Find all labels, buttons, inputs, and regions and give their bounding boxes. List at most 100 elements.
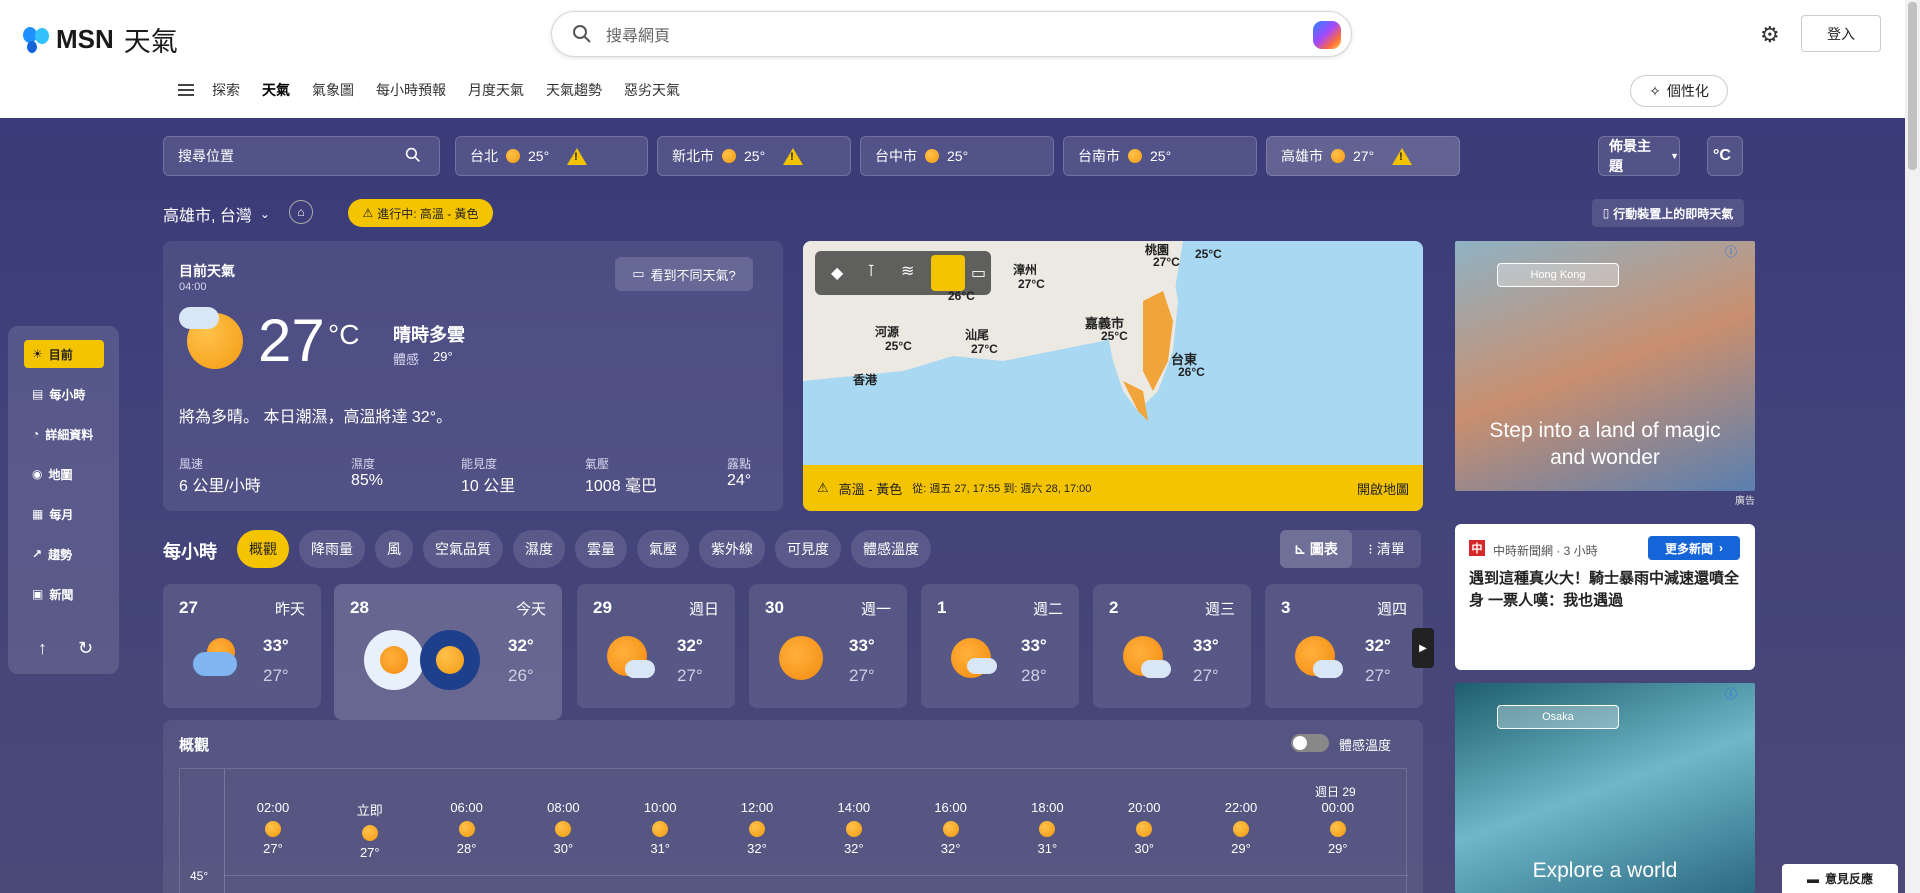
metric-value: 24°: [727, 472, 752, 489]
city-name: 台南市: [1078, 148, 1120, 164]
day-card[interactable]: 27 昨天 33° 27°: [163, 584, 321, 708]
feedback-different-weather[interactable]: ▭ 看到不同天氣?: [615, 257, 753, 291]
scrollbar-thumb[interactable]: [1908, 2, 1917, 170]
sidebar-item-monthly[interactable]: ▦ 每月: [24, 500, 104, 528]
ad-info-icon[interactable]: ⓘ: [1725, 243, 1737, 260]
news-card[interactable]: 中 中時新聞網 · 3 小時 更多新聞 › 遇到這種真火大！騎士暴雨中減速還噴全身…: [1455, 524, 1755, 670]
copilot-icon[interactable]: [1313, 21, 1341, 49]
feels-like-toggle[interactable]: [1291, 734, 1329, 752]
metric-dewpoint[interactable]: 露點 24°: [727, 455, 751, 490]
day-card[interactable]: 30 週一 33° 27°: [749, 584, 907, 708]
arrow-up-icon[interactable]: ↑: [38, 638, 47, 659]
web-search-box[interactable]: 搜尋網頁: [551, 11, 1352, 57]
ad-hongkong[interactable]: Hong Kong Step into a land of magic and …: [1455, 241, 1755, 491]
nav-item-trends[interactable]: 天氣趨勢: [546, 80, 602, 100]
tab-feels-like[interactable]: 體感溫度: [851, 530, 931, 568]
day-name: 週三: [1204, 601, 1235, 618]
city-chip-tainan[interactable]: 台南市 25°: [1063, 136, 1257, 176]
tab-precip[interactable]: 降雨量: [299, 530, 365, 568]
ad-osaka[interactable]: Osaka Explore a world ⓘ: [1455, 683, 1755, 893]
current-unit: °C: [328, 319, 360, 350]
msn-logo[interactable]: MSN 天氣: [22, 20, 178, 59]
nav-item-hourly[interactable]: 每小時預報: [376, 80, 446, 100]
news-headline[interactable]: 遇到這種真火大！騎士暴雨中減速還噴全身 一票人嘆：我也遇過: [1469, 568, 1741, 612]
mobile-weather-link[interactable]: ▯ 行動裝置上的即時天氣: [1592, 199, 1744, 227]
current-location[interactable]: 高雄市, 台灣 ⌄: [163, 202, 270, 226]
tab-visibility[interactable]: 可見度: [775, 530, 841, 568]
hour-column: 06:00 28°: [437, 800, 497, 856]
thermometer-icon[interactable]: ⊺: [867, 261, 875, 281]
y-axis-label: 45°: [190, 869, 209, 883]
day-card[interactable]: 29 週日 32° 27°: [577, 584, 735, 708]
alert-badge[interactable]: ⚠ 進行中: 高溫 - 黃色: [348, 199, 493, 227]
refresh-icon[interactable]: ↻: [78, 638, 93, 659]
feedback-button[interactable]: ▬ 意見反應: [1782, 864, 1898, 893]
ad-tag: Hong Kong: [1497, 263, 1619, 287]
home-icon[interactable]: ⌂: [289, 200, 313, 224]
city-chip-taipei[interactable]: 台北 25°: [455, 136, 648, 176]
tab-humidity[interactable]: 濕度: [513, 530, 565, 568]
day-num: 27: [179, 598, 198, 617]
map-alert-bar[interactable]: ⚠ 高溫 - 黃色 從: 週五 27, 17:55 到: 週六 28, 17:0…: [803, 465, 1423, 511]
day-card-today[interactable]: 28 今天 32° 26°: [334, 584, 562, 720]
view-chart-button[interactable]: ⊾ 圖表: [1280, 530, 1352, 568]
gear-icon[interactable]: ⚙: [1760, 22, 1780, 48]
open-map-link[interactable]: 開啟地圖: [1357, 479, 1409, 498]
unit-dropdown[interactable]: °C: [1707, 136, 1743, 176]
city-temp: 25°: [744, 148, 766, 164]
personalize-button[interactable]: ✧ 個性化: [1630, 75, 1728, 107]
sidebar-item-news[interactable]: ▣ 新聞: [24, 580, 104, 608]
metric-visibility[interactable]: 能見度 10 公里: [461, 455, 515, 496]
day-card[interactable]: 2 週三 33° 27°: [1093, 584, 1251, 708]
metric-wind[interactable]: 風速 6 公里/小時: [179, 455, 261, 496]
nav-item-weather[interactable]: 天氣: [262, 80, 290, 100]
nav-item-maps[interactable]: 氣象圖: [312, 80, 354, 100]
more-news-button[interactable]: 更多新聞 ›: [1648, 536, 1740, 560]
tab-cloud[interactable]: 雲量: [575, 530, 627, 568]
chat-icon[interactable]: ▭: [971, 263, 986, 283]
next-days-arrow-icon[interactable]: ▶: [1412, 628, 1434, 668]
hour-column: 16:00 32°: [921, 800, 981, 856]
search-icon: [573, 25, 591, 43]
moon-cloud-icon: [458, 821, 475, 837]
moon-icon: [1128, 149, 1142, 163]
day-card[interactable]: 3 週四 32° 27°: [1265, 584, 1423, 708]
location-search-input[interactable]: 搜尋位置: [163, 136, 440, 176]
tab-air-quality[interactable]: 空氣品質: [423, 530, 503, 568]
tab-uv[interactable]: 紫外線: [699, 530, 765, 568]
page-scrollbar[interactable]: [1905, 0, 1920, 893]
nav-item-monthly[interactable]: 月度天氣: [468, 80, 524, 100]
sidebar-item-details[interactable]: ◔ 詳細資料: [24, 420, 104, 448]
weather-map[interactable]: ◆ ⊺ ≋ ▭ 桃園 27°C 25°C 漳州 27°C 26°C 河源 25°…: [803, 241, 1423, 511]
tab-pressure[interactable]: 氣壓: [637, 530, 689, 568]
hour-time: 22:00: [1224, 800, 1258, 815]
city-chip-taichung[interactable]: 台中市 25°: [860, 136, 1054, 176]
sidebar-item-hourly[interactable]: ▤ 每小時: [24, 380, 104, 408]
overview-title: 概觀: [179, 737, 210, 754]
metric-humidity[interactable]: 濕度 85%: [351, 455, 383, 490]
sidebar-item-map[interactable]: ◉ 地圖: [24, 460, 104, 488]
view-list-button[interactable]: ⁝ 清單: [1352, 530, 1421, 568]
login-button[interactable]: 登入: [1801, 15, 1881, 52]
ad-info-icon[interactable]: ⓘ: [1725, 685, 1737, 702]
ad-text: Explore a world: [1532, 859, 1678, 882]
wind-icon[interactable]: ≋: [901, 261, 914, 281]
day-card[interactable]: 1 週二 33° 28°: [921, 584, 1079, 708]
city-chip-kaohsiung[interactable]: 高雄市 27°: [1266, 136, 1460, 176]
theme-dropdown[interactable]: 佈景主題 ▼: [1598, 136, 1680, 176]
sidebar-item-current[interactable]: ☀ 目前: [24, 340, 104, 368]
tab-overview[interactable]: 概觀: [237, 530, 289, 568]
hamburger-icon[interactable]: [178, 84, 194, 96]
tab-wind[interactable]: 風: [375, 530, 413, 568]
city-chip-newtaipei[interactable]: 新北市 25°: [657, 136, 851, 176]
warning-layer-icon[interactable]: [931, 255, 965, 291]
sun-cloud-icon: [951, 636, 997, 680]
nav-item-severe[interactable]: 惡劣天氣: [624, 80, 680, 100]
metric-pressure[interactable]: 氣壓 1008 毫巴: [585, 455, 657, 496]
moon-cloud-icon: [555, 821, 572, 837]
nav-item-explore[interactable]: 探索: [212, 80, 240, 100]
map-temp: 26°C: [948, 289, 975, 303]
precip-icon[interactable]: ◆: [831, 263, 843, 283]
sidebar-item-trends[interactable]: ↗ 趨勢: [24, 540, 104, 568]
day-hi: 33°: [263, 636, 289, 655]
